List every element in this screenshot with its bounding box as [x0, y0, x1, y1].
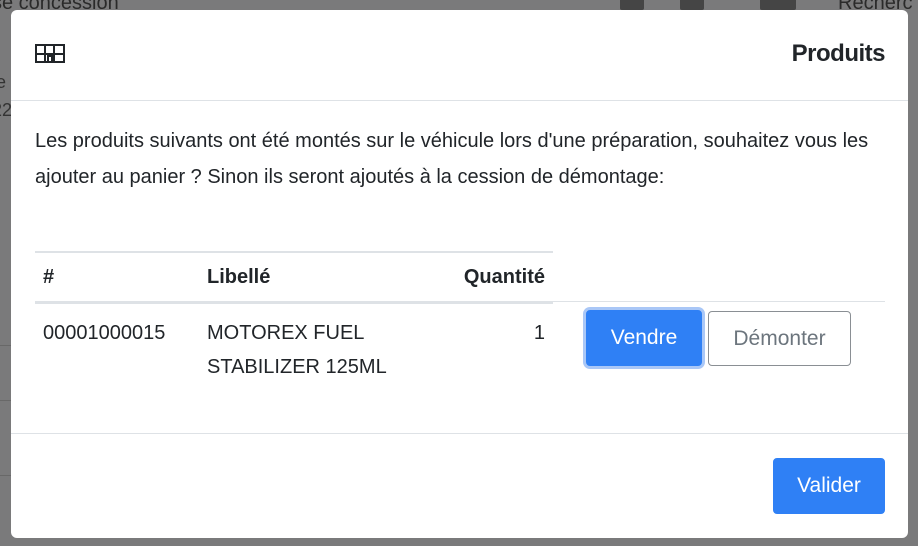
warehouse-icon: [34, 41, 66, 65]
product-quantity: 1: [533, 322, 545, 344]
table-divider: [553, 301, 885, 302]
column-header-label: Libellé: [199, 251, 427, 304]
sell-button[interactable]: Vendre: [586, 310, 702, 366]
validate-button[interactable]: Valider: [773, 458, 885, 514]
product-label: MOTOREX FUEL STABILIZER 125ML: [199, 303, 427, 385]
products-modal: Produits Les produits suivants ont été m…: [11, 10, 908, 538]
column-header-number: #: [35, 251, 199, 304]
modal-header: Produits: [11, 10, 908, 101]
product-label-line: STABILIZER 125ML: [207, 356, 387, 378]
dismantle-button[interactable]: Démonter: [708, 311, 851, 366]
table-header-row: # Libellé Quantité: [35, 251, 553, 304]
products-table: # Libellé Quantité 00001000015 MOTOREX F…: [35, 251, 553, 384]
product-label-line: MOTOREX FUEL: [207, 322, 365, 344]
modal-title: Produits: [791, 40, 886, 67]
product-number: 00001000015: [43, 322, 166, 344]
intro-text: Les produits suivants ont été montés sur…: [35, 130, 869, 188]
table-row: 00001000015 MOTOREX FUEL STABILIZER 125M…: [35, 303, 553, 385]
modal-body: Les produits suivants ont été montés sur…: [35, 123, 885, 378]
column-header-quantity: Quantité: [427, 251, 553, 304]
